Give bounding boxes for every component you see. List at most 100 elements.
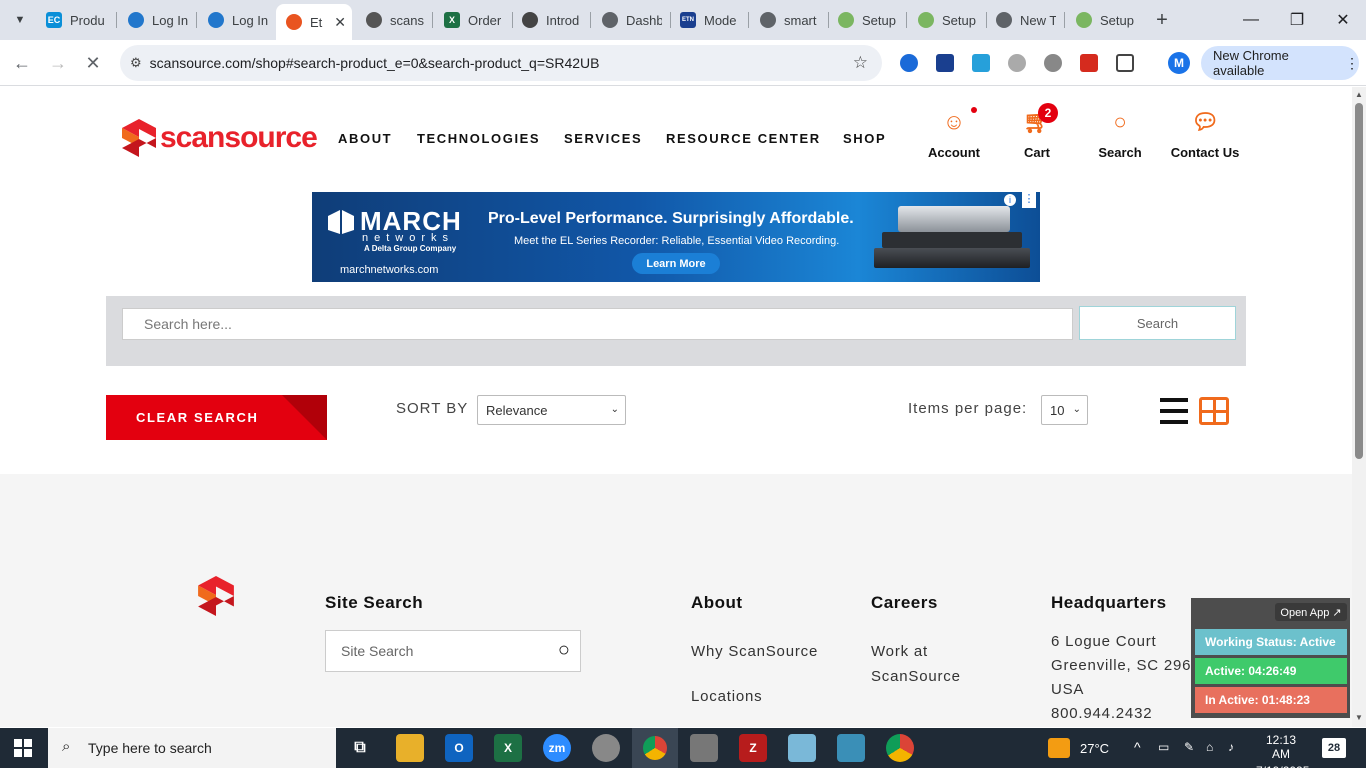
ad-learn-more-button[interactable]: Learn More	[632, 253, 720, 274]
nav-resource-center[interactable]: RESOURCE CENTER	[666, 131, 821, 146]
stop-button[interactable]: ✕	[78, 48, 108, 78]
footer-work-at-scansource-link[interactable]: Work at ScanSource	[871, 639, 961, 689]
scroll-up-arrow-icon[interactable]: ▲	[1355, 90, 1363, 99]
start-button[interactable]	[14, 739, 32, 757]
footer-logo-icon[interactable]	[198, 576, 234, 616]
chevron-up-icon[interactable]: ^	[1134, 739, 1141, 755]
filezilla-icon[interactable]: Z	[739, 734, 767, 762]
tab-setup-3[interactable]: Setup	[1076, 6, 1136, 34]
list-view-button[interactable]	[1160, 398, 1188, 424]
new-chrome-available-button[interactable]: New Chrome available ⋮	[1201, 46, 1359, 80]
forward-button[interactable]: →	[43, 48, 73, 78]
close-window-button[interactable]: ✕	[1320, 0, 1366, 40]
sort-by-select[interactable]: Relevance ⌄	[477, 395, 626, 425]
app-icon[interactable]	[592, 734, 620, 762]
page-scrollbar[interactable]: ▲ ▼	[1352, 87, 1366, 727]
weather-temp[interactable]: 27°C	[1080, 741, 1109, 756]
new-tab-button[interactable]: +	[1150, 6, 1174, 34]
tab-scans[interactable]: scans	[366, 6, 426, 34]
restore-button[interactable]: ❐	[1274, 0, 1320, 40]
zoom-icon[interactable]: zm	[543, 734, 571, 762]
extension-icon[interactable]	[972, 54, 990, 72]
bookmark-star-icon[interactable]: ☆	[853, 53, 868, 73]
extension-icon[interactable]	[1044, 54, 1062, 72]
address-bar[interactable]: ⚙ scansource.com/shop#search-product_e=0…	[120, 45, 882, 81]
url-text[interactable]: scansource.com/shop#search-product_e=0&s…	[150, 55, 600, 71]
calculator-icon[interactable]	[690, 734, 718, 762]
extension-icon[interactable]	[1008, 54, 1026, 72]
cart-link[interactable]: 🛒︎ 2 Cart	[1014, 103, 1060, 160]
tab-log-in-1[interactable]: Log In	[128, 6, 188, 34]
file-explorer-icon[interactable]	[396, 734, 424, 762]
items-per-page-select[interactable]: 10 ⌄	[1041, 395, 1088, 425]
web-page: scansource ABOUT TECHNOLOGIES SERVICES R…	[0, 87, 1352, 727]
tab-dashb[interactable]: Dashb	[602, 6, 662, 34]
extension-icon[interactable]	[936, 54, 954, 72]
tab-new-tab[interactable]: New T	[996, 6, 1056, 34]
outlook-icon[interactable]: O	[445, 734, 473, 762]
nav-about[interactable]: ABOUT	[338, 131, 392, 146]
tab-smart[interactable]: smart	[760, 6, 820, 34]
task-view-icon[interactable]: ⧉	[346, 734, 374, 762]
nav-shop[interactable]: SHOP	[843, 131, 886, 146]
footer-locations-link[interactable]: Locations	[691, 684, 762, 709]
tab-mode[interactable]: ETN Mode	[680, 6, 740, 34]
network-device-icon[interactable]: ▭	[1158, 740, 1169, 754]
nav-technologies[interactable]: TECHNOLOGIES	[417, 131, 540, 146]
tab-active[interactable]: Et ✕	[276, 4, 352, 40]
contact-us-link[interactable]: 💬︎ Contact Us	[1164, 105, 1246, 160]
hq-phone-link[interactable]: 800.944.2432	[1051, 701, 1152, 726]
weather-icon[interactable]	[1048, 738, 1070, 758]
pen-icon[interactable]: ✎	[1184, 740, 1194, 754]
ad-subline: Meet the EL Series Recorder: Reliable, E…	[514, 235, 840, 247]
footer-site-search-input[interactable]: Site Search ○	[325, 630, 581, 672]
extension-icon[interactable]	[900, 54, 918, 72]
clock[interactable]: 12:13 AM 7/19/2025	[1256, 733, 1309, 778]
scansource-logo[interactable]: scansource	[122, 119, 318, 157]
tab-label: Setup	[942, 12, 976, 28]
volume-icon[interactable]: ♪	[1228, 740, 1234, 754]
product-search-input[interactable]: Search here...	[122, 308, 1073, 340]
profile-avatar[interactable]: M	[1168, 52, 1190, 74]
taskbar-search-box[interactable]: ⌕ Type here to search	[48, 728, 336, 768]
app-icon[interactable]	[788, 734, 816, 762]
tab-setup-1[interactable]: Setup	[838, 6, 898, 34]
wifi-icon[interactable]: ⌂	[1206, 740, 1213, 754]
search-link[interactable]: ○ Search	[1092, 105, 1148, 160]
grid-view-button[interactable]	[1199, 397, 1229, 425]
footer-about-heading: About	[691, 593, 743, 612]
search-icon[interactable]: ○	[558, 639, 570, 662]
ad-menu-icon[interactable]: ⋮	[1022, 192, 1036, 208]
ad-info-icon[interactable]: i	[1004, 194, 1016, 206]
tab-order[interactable]: X Order	[444, 6, 504, 34]
pdf-extension-icon[interactable]	[1080, 54, 1098, 72]
items-per-page-label: Items per page:	[908, 400, 1028, 417]
sort-by-value: Relevance	[486, 402, 548, 418]
chrome-taskbar-icon[interactable]	[632, 728, 678, 768]
account-link[interactable]: ☺ Account	[922, 105, 986, 160]
site-info-icon[interactable]: ⚙	[130, 55, 142, 71]
chrome-icon[interactable]	[886, 734, 914, 762]
tab-setup-2[interactable]: Setup	[918, 6, 978, 34]
excel-icon[interactable]: X	[494, 734, 522, 762]
notification-center-icon[interactable]: 28	[1322, 738, 1346, 758]
clear-search-button[interactable]: CLEAR SEARCH	[106, 395, 327, 440]
tab-introd[interactable]: Introd	[522, 6, 582, 34]
back-button[interactable]: ←	[7, 48, 37, 78]
open-app-button[interactable]: Open App ↗	[1275, 603, 1347, 621]
scroll-down-arrow-icon[interactable]: ▼	[1355, 713, 1363, 722]
scrollbar-thumb[interactable]	[1355, 103, 1363, 459]
tab-search-button[interactable]: ▼	[8, 6, 32, 34]
kebab-menu-icon[interactable]: ⋮	[1345, 55, 1359, 72]
nav-services[interactable]: SERVICES	[564, 131, 642, 146]
browser-tab-bar: ▼ EC Produ Log In Log In Et ✕ scans X Order…	[0, 0, 1366, 40]
footer-why-scansource-link[interactable]: Why ScanSource	[691, 639, 818, 664]
puzzle-extensions-icon[interactable]	[1116, 54, 1134, 72]
tab-log-in-2[interactable]: Log In	[208, 6, 268, 34]
product-search-button[interactable]: Search	[1079, 306, 1236, 340]
march-networks-ad-banner[interactable]: MARCH networks A Delta Group Company mar…	[312, 192, 1040, 282]
app-icon[interactable]	[837, 734, 865, 762]
tab-produ[interactable]: EC Produ	[46, 6, 108, 34]
close-tab-icon[interactable]: ✕	[334, 14, 346, 31]
minimize-button[interactable]: —	[1228, 0, 1274, 40]
